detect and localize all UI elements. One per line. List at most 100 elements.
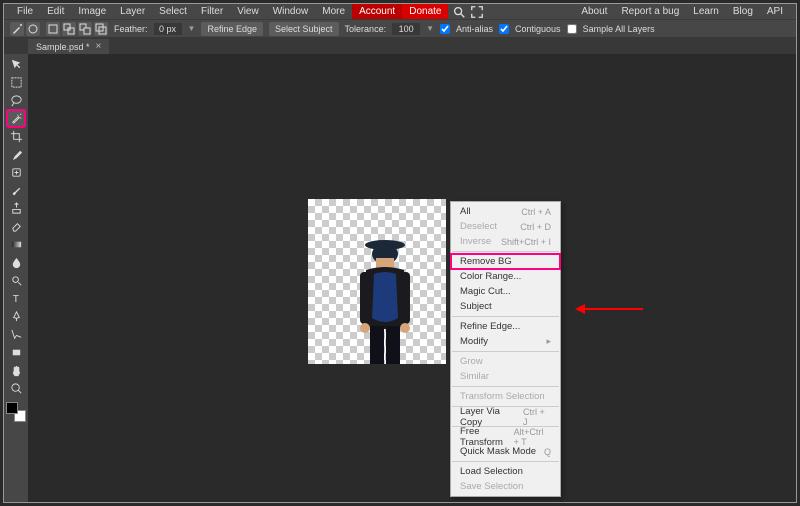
menubar-right: About Report a bug Learn Blog API [574,4,790,19]
zoom-tool[interactable] [7,380,25,397]
ctx-label: Load Selection [460,466,523,477]
ctx-refine-edge[interactable]: Refine Edge... [451,319,560,334]
blur-tool[interactable] [7,254,25,271]
move-tool[interactable] [7,56,25,73]
menu-separator [452,461,559,462]
menu-file[interactable]: File [10,4,40,19]
menu-report[interactable]: Report a bug [614,4,686,19]
dodge-tool[interactable] [7,272,25,289]
canvas[interactable] [308,199,446,364]
ctx-all[interactable]: AllCtrl + A [451,204,560,219]
menu-view[interactable]: View [230,4,266,19]
eraser-tool[interactable] [7,218,25,235]
ctx-save-selection: Save Selection [451,479,560,494]
refine-edge-button[interactable]: Refine Edge [201,22,263,36]
ctx-shortcut: Shift+Ctrl + I [501,237,551,247]
sel-new-icon[interactable] [46,22,60,36]
svg-text:T: T [12,294,18,305]
menubar-left: File Edit Image Layer Select Filter View… [10,4,484,19]
ctx-label: Remove BG [460,256,512,267]
menu-separator [452,386,559,387]
ctx-label: Subject [460,301,492,312]
menu-blog[interactable]: Blog [726,4,760,19]
eyedropper-tool[interactable] [7,146,25,163]
tolerance-input[interactable] [392,23,420,35]
ctx-label: Modify [460,336,488,347]
menu-edit[interactable]: Edit [40,4,71,19]
ctx-remove-bg[interactable]: Remove BG [451,254,560,269]
crop-tool[interactable] [7,128,25,145]
canvas-area[interactable]: AllCtrl + ADeselectCtrl + D Inverse Shift+… [28,54,796,502]
ctx-shortcut: Ctrl + J [523,407,551,427]
ctx-free-transform[interactable]: Free TransformAlt+Ctrl + T [451,429,560,444]
brush-tool[interactable] [7,182,25,199]
clone-tool[interactable] [7,200,25,217]
menu-more[interactable]: More [315,4,352,19]
ctx-subject[interactable]: Subject [451,299,560,314]
menu-separator [452,251,559,252]
ctx-label: Color Range... [460,271,521,282]
type-tool[interactable]: T [7,290,25,307]
contiguous-checkbox[interactable] [499,24,509,34]
quick-select-icon[interactable] [26,22,40,36]
wand-tool[interactable] [7,110,25,127]
ctx-label: Transform Selection [460,391,545,402]
antialias-checkbox[interactable] [440,24,450,34]
ctx-layer-via-copy[interactable]: Layer Via CopyCtrl + J [451,409,560,424]
close-icon[interactable]: × [96,41,102,52]
ctx-quick-mask-mode[interactable]: Quick Mask ModeQ [451,444,560,459]
ctx-color-range[interactable]: Color Range... [451,269,560,284]
lasso-tool[interactable] [7,92,25,109]
ctx-inverse: Inverse Shift+Ctrl + I [451,234,560,249]
context-menu: AllCtrl + ADeselectCtrl + D Inverse Shift+… [450,201,561,497]
pen-tool[interactable] [7,308,25,325]
ctx-load-selection[interactable]: Load Selection [451,464,560,479]
gradient-tool[interactable] [7,236,25,253]
menu-filter[interactable]: Filter [194,4,230,19]
feather-input[interactable]: 0 px [154,23,182,35]
select-subject-button[interactable]: Select Subject [269,22,339,36]
sel-int-icon[interactable] [94,22,108,36]
ctx-shortcut: Q [544,447,551,457]
sel-add-icon[interactable] [62,22,76,36]
ctx-modify[interactable]: Modify▸ [451,334,560,349]
wand-mode-icon[interactable] [10,22,24,36]
ctx-similar: Similar [451,369,560,384]
menu-api[interactable]: API [760,4,790,19]
rect-tool[interactable] [7,344,25,361]
menu-about[interactable]: About [574,4,614,19]
fullscreen-icon[interactable] [470,5,484,19]
tolerance-dropdown-icon[interactable]: ▼ [426,24,434,33]
menu-learn[interactable]: Learn [686,4,726,19]
ctx-deselect: DeselectCtrl + D [451,219,560,234]
menu-donate[interactable]: Donate [402,4,448,19]
color-swatches[interactable] [6,402,26,422]
search-icon[interactable] [452,5,466,19]
toolbar: T [4,54,28,502]
document-tab[interactable]: Sample.psd * × [28,39,109,54]
menu-layer[interactable]: Layer [113,4,152,19]
sample-all-checkbox[interactable] [567,24,577,34]
ctx-label: Layer Via Copy [460,406,523,428]
ctx-magic-cut[interactable]: Magic Cut... [451,284,560,299]
hand-tool[interactable] [7,362,25,379]
sel-sub-icon[interactable] [78,22,92,36]
ctx-label: Free Transform [460,426,514,448]
tab-bar: Sample.psd * × [4,37,796,54]
ctx-transform-selection: Transform Selection [451,389,560,404]
ctx-shortcut: Alt+Ctrl + T [514,427,551,447]
menu-image[interactable]: Image [71,4,113,19]
menu-select[interactable]: Select [152,4,194,19]
antialias-label: Anti-alias [456,24,493,34]
feather-dropdown-icon[interactable]: ▼ [188,24,196,33]
rect-select-tool[interactable] [7,74,25,91]
menu-window[interactable]: Window [266,4,316,19]
heal-tool[interactable] [7,164,25,181]
path-tool[interactable] [7,326,25,343]
menu-account[interactable]: Account [352,4,402,19]
annotation-arrow [583,308,643,310]
ctx-label: Inverse [460,236,491,247]
ctx-label: Grow [460,356,483,367]
image-subject [346,236,424,364]
ctx-label: Deselect [460,221,497,232]
